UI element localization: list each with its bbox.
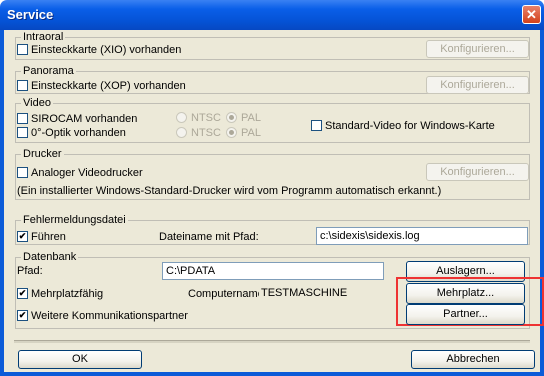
intraoral-checkbox-label: Einsteckkarte (XIO) vorhanden [31,44,182,56]
drucker-note: (Ein installierter Windows-Standard-Druc… [17,185,442,197]
partner-button[interactable]: Partner... [406,304,525,325]
mehrplatz-button[interactable]: Mehrplatz... [406,283,525,304]
panorama-checkbox-label: Einsteckkarte (XOP) vorhanden [31,80,186,92]
sirocam-label: SIROCAM vorhanden [31,113,138,125]
cancel-button[interactable]: Abbrechen [411,350,535,369]
computername-value: TESTMASCHINE [259,285,381,301]
standard-video-checkbox[interactable] [311,120,322,131]
footer-separator [14,340,530,343]
mehrplatz-checkbox[interactable] [17,288,28,299]
weitere-label: Weitere Kommunikationspartner [31,310,188,322]
window-title: Service [7,7,54,22]
intraoral-checkbox[interactable] [17,44,28,55]
videodrucker-label: Analoger Videodrucker [31,167,143,179]
optik-checkbox[interactable] [17,127,28,138]
panorama-checkbox[interactable] [17,80,28,91]
dialog-client-area: Intraoral Einsteckkarte (XIO) vorhanden … [4,30,544,372]
group-label-datenbank: Datenbank [21,251,79,263]
videodrucker-checkbox[interactable] [17,167,28,178]
panorama-configure-button[interactable]: Konfigurieren... [426,76,529,94]
database-path-input[interactable]: C:\PDATA [162,262,384,280]
sirocam-ntsc-label: NTSC [191,112,221,124]
drucker-configure-button[interactable]: Konfigurieren... [426,163,529,181]
mehrplatz-label: Mehrplatzfähig [31,288,104,300]
intraoral-configure-button[interactable]: Konfigurieren... [426,40,529,58]
sirocam-checkbox[interactable] [17,113,28,124]
path-label: Dateiname mit Pfad: [159,231,259,243]
title-bar[interactable]: Service ✕ [0,0,544,30]
computername-label: Computername: [188,288,267,300]
group-label-panorama: Panorama [21,65,76,77]
optik-ntsc-radio[interactable] [176,127,187,138]
window-frame-bottom [0,372,544,376]
fuhren-label: Führen [31,231,66,243]
log-path-input[interactable]: c:\sidexis\sidexis.log [316,227,528,245]
optik-pal-label: PAL [241,127,261,139]
optik-ntsc-label: NTSC [191,127,221,139]
group-label-video: Video [21,97,53,109]
group-label-intraoral: Intraoral [21,31,66,43]
sirocam-pal-label: PAL [241,112,261,124]
sirocam-pal-radio[interactable] [226,112,237,123]
fuhren-checkbox[interactable] [17,231,28,242]
ok-button[interactable]: OK [18,350,142,369]
pfad-label: Pfad: [17,265,43,277]
group-label-fehlermeldungsdatei: Fehlermeldungsdatei [21,214,128,226]
standard-video-label: Standard-Video for Windows-Karte [325,120,495,132]
optik-pal-radio[interactable] [226,127,237,138]
optik-label: 0°-Optik vorhanden [31,127,126,139]
sirocam-ntsc-radio[interactable] [176,112,187,123]
close-icon: ✕ [526,7,537,22]
group-label-drucker: Drucker [21,148,64,160]
close-button[interactable]: ✕ [522,5,541,24]
weitere-checkbox[interactable] [17,310,28,321]
